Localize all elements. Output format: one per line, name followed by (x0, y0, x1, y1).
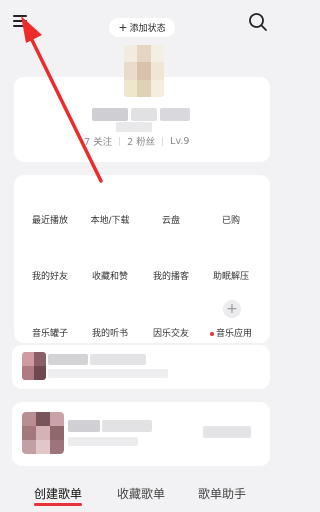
grid-item-music-apps[interactable]: 音乐应用 (201, 326, 261, 339)
signature (116, 122, 152, 132)
followers-count[interactable]: 2 粉丝 (127, 134, 155, 148)
grid-item-podcasts[interactable]: 我的播客 (141, 269, 201, 282)
menu-icon[interactable] (12, 13, 30, 29)
recent-playlist-card[interactable] (12, 345, 270, 389)
playlist-title (68, 420, 158, 432)
add-status-label: 添加状态 (129, 24, 166, 34)
playlist-cover (22, 412, 64, 454)
grid-item-collections[interactable]: 收藏和赞 (80, 269, 140, 282)
grid-item-music-jar[interactable]: 音乐罐子 (20, 326, 80, 339)
username (92, 108, 190, 122)
recent-playlist-title (48, 354, 148, 365)
plus-icon: + (118, 21, 128, 34)
add-app-icon[interactable]: + (223, 300, 241, 318)
grid-item-local[interactable]: 本地/下载 (80, 213, 140, 226)
playlist-action[interactable] (203, 426, 251, 438)
grid-item-friends[interactable]: 我的好友 (20, 269, 80, 282)
grid-item-recent[interactable]: 最近播放 (20, 213, 80, 226)
tab-created-playlists[interactable]: 创建歌单 (34, 485, 83, 506)
new-dot-icon (209, 331, 214, 336)
tab-collected-playlists[interactable]: 收藏歌单 (117, 485, 165, 502)
tab-active-indicator (34, 503, 83, 506)
following-count[interactable]: 7 关注 (84, 134, 112, 148)
add-status-button[interactable]: + 添加状态 (109, 18, 175, 37)
tab-playlist-assistant[interactable]: 歌单助手 (198, 485, 246, 502)
grid-item-cloud[interactable]: 云盘 (141, 213, 201, 226)
recent-playlist-cover (22, 352, 46, 380)
playlist-subtitle (68, 437, 138, 446)
grid-item-sleep[interactable]: 助眠解压 (201, 269, 261, 282)
grid-item-audiobooks[interactable]: 我的听书 (80, 326, 140, 339)
grid-item-music-friends[interactable]: 因乐交友 (141, 326, 201, 339)
level-badge[interactable]: Lv.9 (170, 136, 189, 147)
grid-item-purchased[interactable]: 已购 (201, 213, 261, 226)
search-icon[interactable] (248, 12, 268, 32)
avatar[interactable] (124, 45, 164, 97)
recent-playlist-subtitle (48, 369, 168, 378)
profile-stats: 7 关注 2 粉丝 Lv.9 (84, 134, 204, 149)
